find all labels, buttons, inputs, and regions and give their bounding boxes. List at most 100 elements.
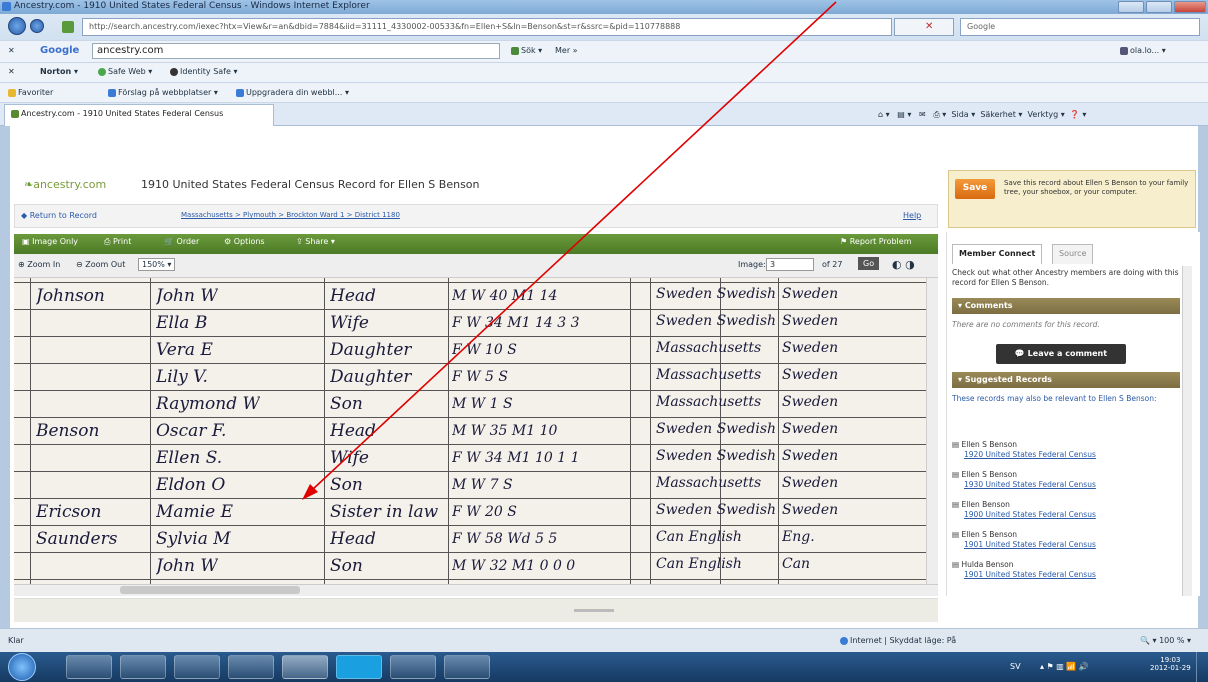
census-cell-given: Raymond W xyxy=(156,394,260,414)
census-cell-parents: Sweden xyxy=(782,286,839,302)
safe-web-button[interactable]: Safe Web ▾ xyxy=(98,67,152,76)
taskbar-internet-explorer[interactable] xyxy=(282,655,328,679)
fav-suggested-label: Förslag på webbplatser xyxy=(118,88,212,97)
order-button[interactable]: 🛒 Order xyxy=(164,237,199,246)
favorites-button[interactable]: Favoriter xyxy=(8,88,53,97)
taskbar-excel[interactable] xyxy=(444,655,490,679)
zoom-level-status[interactable]: 🔍 ▾ 100 % ▾ xyxy=(1140,636,1191,645)
nav-arrows[interactable]: ◐ ◑ xyxy=(892,258,915,271)
image-number-input[interactable]: 3 xyxy=(766,258,814,271)
help-icon[interactable]: ❓ xyxy=(1070,110,1080,119)
cmd-tools[interactable]: Verktyg xyxy=(1028,110,1059,119)
share-button[interactable]: ⇪ Share ▾ xyxy=(296,237,335,246)
identity-safe-label: Identity Safe xyxy=(180,67,231,76)
suggested-record-link[interactable]: 1930 United States Federal Census xyxy=(952,480,1180,490)
fav-suggested-link[interactable]: Förslag på webbplatser ▾ xyxy=(108,88,218,97)
suggested-record[interactable]: ▤ Ellen S Benson 1930 United States Feder… xyxy=(952,470,1180,490)
zoom-select[interactable]: 150% ▾ xyxy=(138,258,176,271)
window-title: Ancestry.com - 1910 United States Federa… xyxy=(14,1,370,11)
return-to-record-link[interactable]: ◆ Return to Record xyxy=(21,211,97,220)
taskbar-word[interactable] xyxy=(390,655,436,679)
image-only-button[interactable]: ▣ Image Only xyxy=(22,237,78,246)
help-link[interactable]: Help xyxy=(903,211,921,220)
start-button[interactable] xyxy=(8,653,36,681)
suggested-record-name: ▤ Ellen S Benson xyxy=(952,530,1018,539)
norton-menu[interactable]: Norton ▾ xyxy=(40,67,78,76)
close-button[interactable] xyxy=(1174,1,1206,13)
refresh-stop-buttons[interactable]: ✕ xyxy=(894,18,954,36)
taskbar-app-4[interactable] xyxy=(228,655,274,679)
command-bar[interactable]: ⌂ ▾ ▤ ▾ ✉ ⎙ ▾ Sida ▾ Säkerhet ▾ Verktyg … xyxy=(878,110,1086,120)
save-button[interactable]: Save xyxy=(955,179,995,199)
sidebar-scrollbar[interactable] xyxy=(1182,266,1192,596)
google-search-button[interactable]: Sök ▾ xyxy=(511,46,542,55)
back-button[interactable] xyxy=(8,17,26,35)
suggested-record-link[interactable]: 1900 United States Federal Census xyxy=(952,510,1180,520)
taskbar-explorer[interactable] xyxy=(120,655,166,679)
ancestry-logo[interactable]: ❧ancestry.com xyxy=(24,178,106,191)
user-icon xyxy=(1120,46,1128,55)
cmd-safety[interactable]: Säkerhet xyxy=(980,110,1016,119)
suggested-record[interactable]: ▤ Ellen S Benson 1901 United States Feder… xyxy=(952,530,1180,550)
of-total: of 27 xyxy=(822,260,843,269)
stop-icon[interactable]: ✕ xyxy=(925,21,933,32)
drag-handle-icon[interactable] xyxy=(574,609,614,612)
share-label: Share xyxy=(305,237,329,246)
close-toolbar-icon[interactable]: ✕ xyxy=(8,46,15,55)
suggested-record[interactable]: ▤ Ellen Benson 1900 United States Federal… xyxy=(952,500,1180,520)
comments-header[interactable]: ▾ Comments xyxy=(952,298,1180,314)
print-button[interactable]: ⎙ Print xyxy=(104,237,131,247)
url-input[interactable]: http://search.ancestry.com/iexec?htx=Vie… xyxy=(82,18,892,36)
identity-safe-button[interactable]: Identity Safe ▾ xyxy=(170,67,237,76)
minimize-button[interactable] xyxy=(1118,1,1144,13)
options-button[interactable]: ⚙ Options xyxy=(224,237,265,246)
taskbar-app-3[interactable] xyxy=(174,655,220,679)
suggested-record[interactable]: ▤ Hulda Benson 1901 United States Federal… xyxy=(952,560,1180,580)
census-cell-surname: Johnson xyxy=(36,286,105,306)
tray-icons[interactable]: ▴ ⚑ ▥ 📶 🔊 xyxy=(1040,662,1089,671)
suggested-record[interactable]: ▤ Ellen S Benson 1920 United States Feder… xyxy=(952,440,1180,460)
ancestry-favicon xyxy=(11,109,19,118)
zoom-in-button[interactable]: ⊕ Zoom In xyxy=(18,260,60,269)
sidebar-intro: Check out what other Ancestry members ar… xyxy=(952,268,1179,287)
breadcrumb[interactable]: Massachusetts > Plymouth > Brockton Ward… xyxy=(181,211,400,219)
leave-comment-button[interactable]: 💬 Leave a comment xyxy=(996,344,1126,364)
tab-member-connect[interactable]: Member Connect xyxy=(952,244,1043,264)
suggested-record-link[interactable]: 1920 United States Federal Census xyxy=(952,450,1180,460)
show-desktop-button[interactable] xyxy=(1196,652,1208,682)
census-cell-given: Mamie E xyxy=(156,502,233,522)
filmstrip-handle[interactable] xyxy=(14,598,938,622)
report-problem-button[interactable]: ⚑ Report Problem xyxy=(840,237,912,246)
census-cell-relation: Son xyxy=(330,556,363,576)
fav-upgrade-link[interactable]: Uppgradera din webbl... ▾ xyxy=(236,88,349,97)
google-more-link[interactable]: Mer » xyxy=(555,46,578,55)
close-norton-icon[interactable]: ✕ xyxy=(8,67,15,76)
suggested-records-header[interactable]: ▾ Suggested Records xyxy=(952,372,1180,388)
horizontal-scroll-thumb[interactable] xyxy=(120,586,300,594)
maximize-button[interactable] xyxy=(1146,1,1172,13)
security-zone: Internet | Skyddat läge: På xyxy=(840,636,956,645)
census-cell-surname: Benson xyxy=(36,421,100,441)
google-search-label: Sök xyxy=(521,46,536,55)
go-button[interactable]: Go xyxy=(858,257,880,270)
taskbar-skype[interactable] xyxy=(336,655,382,679)
taskbar-media-player[interactable] xyxy=(66,655,112,679)
cmd-page[interactable]: Sida xyxy=(951,110,968,119)
census-cell-sex-race-age: F W 58 Wd 5 5 xyxy=(452,531,558,547)
search-input[interactable]: Google xyxy=(960,18,1200,36)
image-vertical-scrollbar[interactable] xyxy=(926,278,938,588)
clock[interactable]: 19:03 2012-01-29 xyxy=(1150,656,1191,672)
forward-button[interactable] xyxy=(30,19,44,33)
google-search-input[interactable]: ancestry.com xyxy=(92,43,500,59)
tab-source[interactable]: Source xyxy=(1052,244,1094,264)
suggested-record-link[interactable]: 1901 United States Federal Census xyxy=(952,570,1180,580)
ie-icon xyxy=(2,2,11,11)
norton-label: Norton xyxy=(40,67,72,76)
census-cell-sex-race-age: M W 40 M1 14 xyxy=(452,288,558,304)
tab-ancestry[interactable]: Ancestry.com - 1910 United States Federa… xyxy=(4,104,274,126)
favorites-bar: Favoriter Förslag på webbplatser ▾ Uppgr… xyxy=(0,82,1208,102)
zoom-out-button[interactable]: ⊖ Zoom Out xyxy=(76,260,125,269)
suggested-record-link[interactable]: 1901 United States Federal Census xyxy=(952,540,1180,550)
google-user-menu[interactable]: ola.lo... ▾ xyxy=(1120,46,1166,55)
language-indicator[interactable]: SV xyxy=(1010,662,1021,671)
